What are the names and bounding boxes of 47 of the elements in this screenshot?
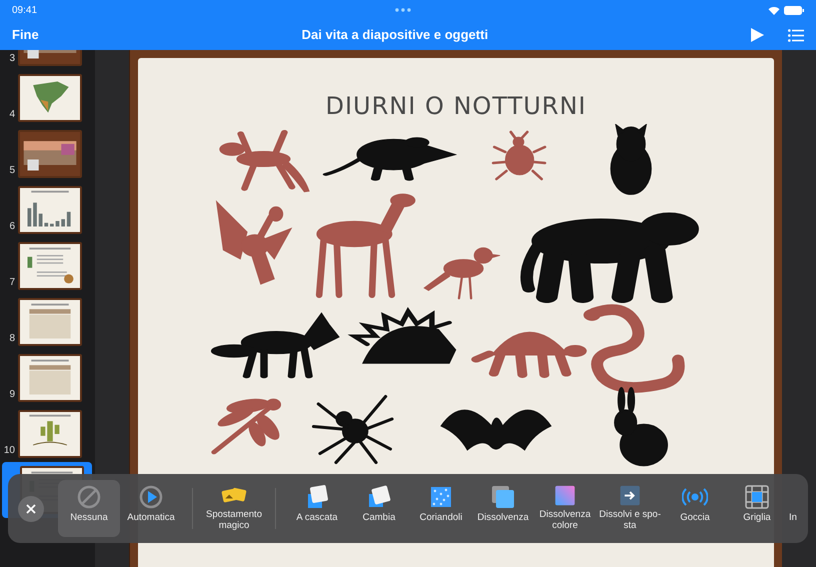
battery-icon xyxy=(784,6,804,14)
transition-option[interactable]: Spostamento magico xyxy=(203,480,265,537)
slide-number: 9 xyxy=(8,388,16,402)
slide-number: 4 xyxy=(8,108,16,122)
multitasking-dots-icon[interactable] xyxy=(394,8,411,12)
transition-option[interactable]: Dissolvi e spo-sta xyxy=(596,480,664,537)
slide-number: 3 xyxy=(8,52,16,66)
transition-option[interactable]: Cambia xyxy=(348,480,410,537)
slide-thumbnail[interactable] xyxy=(18,186,82,234)
status-time: 09:41 xyxy=(12,4,38,18)
slide-number: 10 xyxy=(2,444,16,458)
close-button[interactable] xyxy=(18,496,44,522)
transition-option[interactable]: Griglia xyxy=(726,480,788,537)
transition-option[interactable]: A cascata xyxy=(286,480,348,537)
wifi-icon xyxy=(768,6,780,14)
transition-option[interactable]: Coriandoli xyxy=(410,480,472,537)
play-circle-icon xyxy=(139,485,163,509)
transition-option[interactable]: Dissolvenza xyxy=(472,480,534,537)
done-button[interactable]: Fine xyxy=(12,25,39,45)
transition-option[interactable]: In xyxy=(788,480,806,537)
slide-thumbnail[interactable] xyxy=(18,410,82,458)
grid-icon xyxy=(745,485,769,509)
slide-number: 7 xyxy=(8,276,16,290)
confetti-icon xyxy=(429,485,453,509)
slide-thumbnail[interactable] xyxy=(18,298,82,346)
stacked-squares-icon xyxy=(305,485,329,509)
transition-option[interactable]: Dissolvenza colore xyxy=(534,480,596,537)
slide-thumbnail[interactable] xyxy=(18,74,82,122)
slide-thumbnail[interactable] xyxy=(18,242,82,290)
slide-number: 5 xyxy=(8,164,16,178)
stacked-squares-icon xyxy=(367,485,391,509)
close-icon xyxy=(26,504,36,514)
no-entry-icon xyxy=(77,485,101,509)
slide-title: DIURNI O NOTTURNI xyxy=(324,91,588,122)
play-icon[interactable] xyxy=(751,28,764,42)
slide-thumbnail[interactable] xyxy=(18,354,82,402)
arrow-square-icon xyxy=(618,485,642,506)
list-icon[interactable] xyxy=(788,28,804,42)
slide-thumbnail[interactable] xyxy=(18,130,82,178)
document-title: Dai vita a diapositive e oggetti xyxy=(302,26,488,44)
transition-option[interactable]: Goccia xyxy=(664,480,726,537)
transition-option[interactable]: Nessuna xyxy=(58,480,120,537)
slide-number: 6 xyxy=(8,220,16,234)
overlapping-squares-icon xyxy=(491,485,515,509)
gradient-square-icon xyxy=(553,485,577,506)
transition-option[interactable]: Automatica xyxy=(120,480,182,537)
slide-number: 8 xyxy=(8,332,16,346)
